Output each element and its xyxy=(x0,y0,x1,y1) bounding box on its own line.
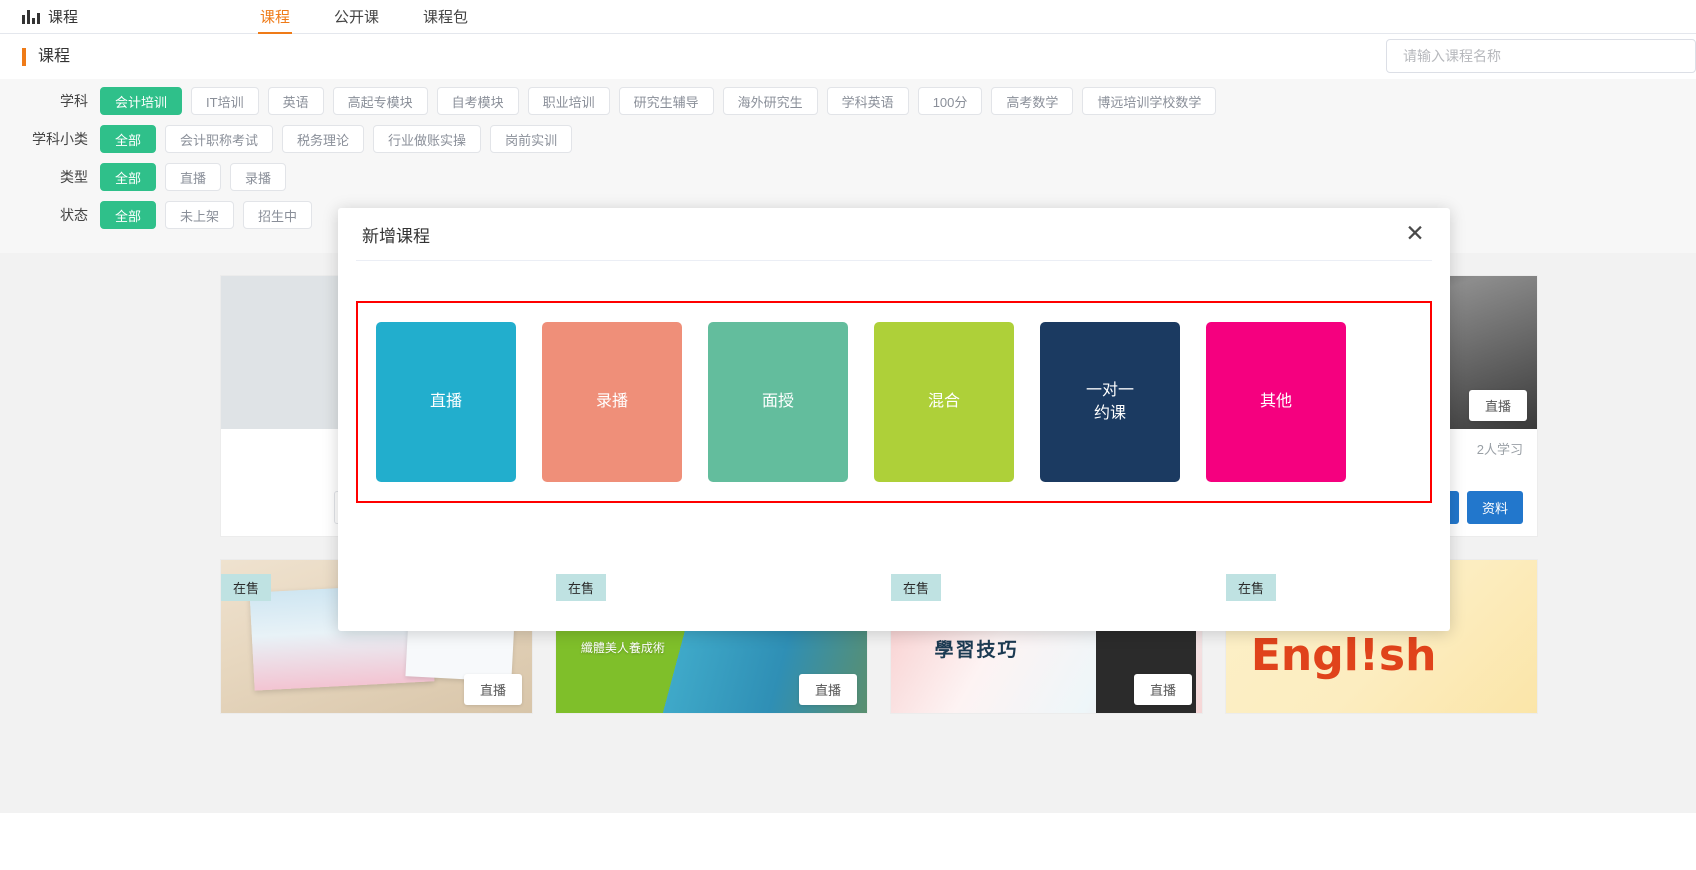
tile-label: 一对一 约课 xyxy=(1085,381,1134,422)
course-type-tile-live[interactable]: 直播 xyxy=(376,322,516,482)
tile-label: 直播 xyxy=(429,393,462,411)
course-type-badge: 直播 xyxy=(463,674,522,705)
course-type-badge: 直播 xyxy=(1133,674,1192,705)
course-type-tile-blended[interactable]: 混合 xyxy=(874,322,1014,482)
course-type-tile-inperson[interactable]: 面授 xyxy=(708,322,848,482)
tile-label: 其他 xyxy=(1259,393,1292,411)
tile-label: 录播 xyxy=(595,393,628,411)
status-badge: 在售 xyxy=(1226,574,1277,601)
status-badge: 在售 xyxy=(891,574,942,601)
dialog-header: 新增课程 ✕ xyxy=(338,208,1450,260)
tile-label: 混合 xyxy=(927,393,960,411)
course-type-tile-one-on-one[interactable]: 一对一 约课 xyxy=(1040,322,1180,482)
course-type-badge: 直播 xyxy=(1468,390,1527,421)
course-type-tile-other[interactable]: 其他 xyxy=(1206,322,1346,482)
close-icon[interactable]: ✕ xyxy=(1402,220,1428,246)
course-type-tile-recorded[interactable]: 录播 xyxy=(542,322,682,482)
dialog-body: 直播 录播 面授 混合 一对一 约课 其他 xyxy=(338,261,1450,503)
add-course-dialog: 新增课程 ✕ 直播 录播 面授 混合 一对一 约课 其他 xyxy=(338,208,1450,631)
course-type-tile-group: 直播 录播 面授 混合 一对一 约课 其他 xyxy=(356,301,1432,503)
tile-label: 面授 xyxy=(761,393,794,411)
status-badge: 在售 xyxy=(556,574,607,601)
dialog-title: 新增课程 xyxy=(362,226,430,246)
status-badge: 在售 xyxy=(221,574,272,601)
course-type-badge: 直播 xyxy=(798,674,857,705)
